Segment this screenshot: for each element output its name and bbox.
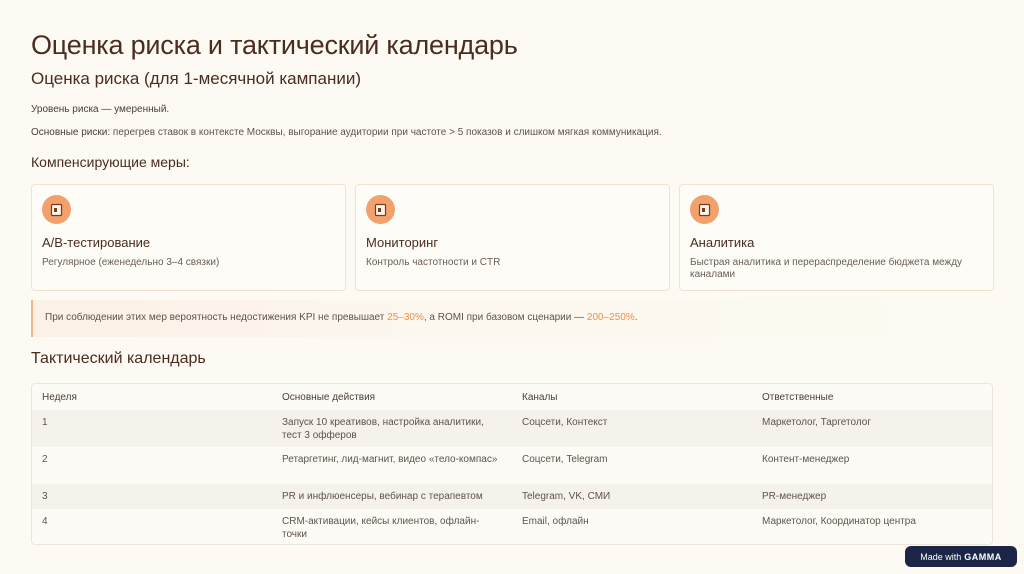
- table-header-row: Неделя Основные действия Каналы Ответств…: [32, 384, 992, 410]
- column-header-channels: Каналы: [522, 392, 558, 403]
- cell-week: 4: [42, 516, 48, 527]
- main-risks-label: Основные риски:: [31, 127, 111, 138]
- cell-week: 2: [42, 454, 48, 465]
- cell-week: 3: [42, 491, 48, 502]
- main-risks-body: перегрев ставок в контексте Москвы, выго…: [110, 127, 662, 138]
- table-row: 3 PR и инфлюенсеры, вебинар с терапевтом…: [32, 484, 992, 509]
- cell-channels: Соцсети, Контекст: [522, 417, 608, 428]
- callout-text: При соблюдении этих мер вероятность недо…: [45, 312, 638, 323]
- table-row: 2 Ретаргетинг, лид-магнит, видео «тело-к…: [32, 447, 992, 484]
- cell-owners: PR-менеджер: [762, 491, 827, 502]
- cell-channels: Email, офлайн: [522, 516, 589, 527]
- card-analytics: Аналитика Быстрая аналитика и перераспре…: [679, 184, 994, 291]
- cell-actions: Запуск 10 креативов, настройка аналитики…: [282, 417, 484, 441]
- document-icon: [690, 195, 719, 224]
- column-header-week: Неделя: [42, 392, 77, 403]
- risk-level-text: Уровень риска — умеренный.: [31, 104, 169, 115]
- risk-level-label: Уровень риска — умеренный.: [31, 104, 170, 115]
- callout-part: При соблюдении этих мер вероятность недо…: [45, 312, 388, 323]
- kpi-risk-highlight: 25–30%: [387, 312, 424, 323]
- page-title: Оценка риска и тактический календарь: [31, 30, 518, 60]
- card-title: Аналитика: [690, 235, 755, 250]
- card-monitoring: Мониторинг Контроль частотности и CTR: [355, 184, 670, 291]
- main-risks-text: Основные риски: перегрев ставок в контек…: [31, 127, 662, 138]
- measures-cards: A/B-тестирование Регулярное (еженедельно…: [31, 184, 994, 291]
- gamma-logo: GAMMA: [964, 551, 1002, 562]
- page-subtitle: Оценка риска (для 1-месячной кампании): [31, 69, 362, 88]
- cell-actions: CRM-активации, кейсы клиентов, офлайн-то…: [282, 516, 480, 540]
- table-row: 4 CRM-активации, кейсы клиентов, офлайн-…: [32, 509, 992, 544]
- column-header-owners: Ответственные: [762, 392, 834, 403]
- card-description: Быстрая аналитика и перераспределение бю…: [690, 257, 963, 280]
- document-icon: [366, 195, 395, 224]
- cell-owners: Контент-менеджер: [762, 454, 850, 465]
- card-title: Мониторинг: [366, 235, 439, 250]
- calendar-heading: Тактический календарь: [31, 350, 206, 367]
- measures-heading: Компенсирующие меры:: [31, 154, 190, 170]
- table-row: 1 Запуск 10 креативов, настройка аналити…: [32, 410, 992, 447]
- badge-prefix: Made with: [920, 551, 962, 562]
- callout-part: , а ROMI при базовом сценарии —: [423, 312, 587, 323]
- cell-actions: Ретаргетинг, лид-магнит, видео «тело-ком…: [282, 454, 498, 465]
- cell-owners: Маркетолог, Координатор центра: [762, 516, 916, 527]
- card-ab-testing: A/B-тестирование Регулярное (еженедельно…: [31, 184, 346, 291]
- card-title: A/B-тестирование: [42, 235, 151, 250]
- kpi-callout: При соблюдении этих мер вероятность недо…: [31, 300, 993, 337]
- cell-channels: Соцсети, Telegram: [522, 454, 608, 465]
- card-description: Контроль частотности и CTR: [366, 257, 501, 268]
- cell-week: 1: [42, 417, 48, 428]
- made-with-gamma-badge[interactable]: Made with GAMMA: [905, 546, 1017, 567]
- cell-actions: PR и инфлюенсеры, вебинар с терапевтом: [282, 491, 483, 502]
- cell-owners: Маркетолог, Таргетолог: [762, 417, 871, 428]
- document-icon: [42, 195, 71, 224]
- calendar-table: Неделя Основные действия Каналы Ответств…: [31, 383, 993, 545]
- callout-part: .: [634, 312, 638, 323]
- card-description: Регулярное (еженедельно 3–4 связки): [42, 257, 220, 268]
- column-header-actions: Основные действия: [282, 392, 376, 403]
- romi-highlight: 200–250%: [586, 312, 635, 323]
- cell-channels: Telegram, VK, СМИ: [522, 491, 611, 502]
